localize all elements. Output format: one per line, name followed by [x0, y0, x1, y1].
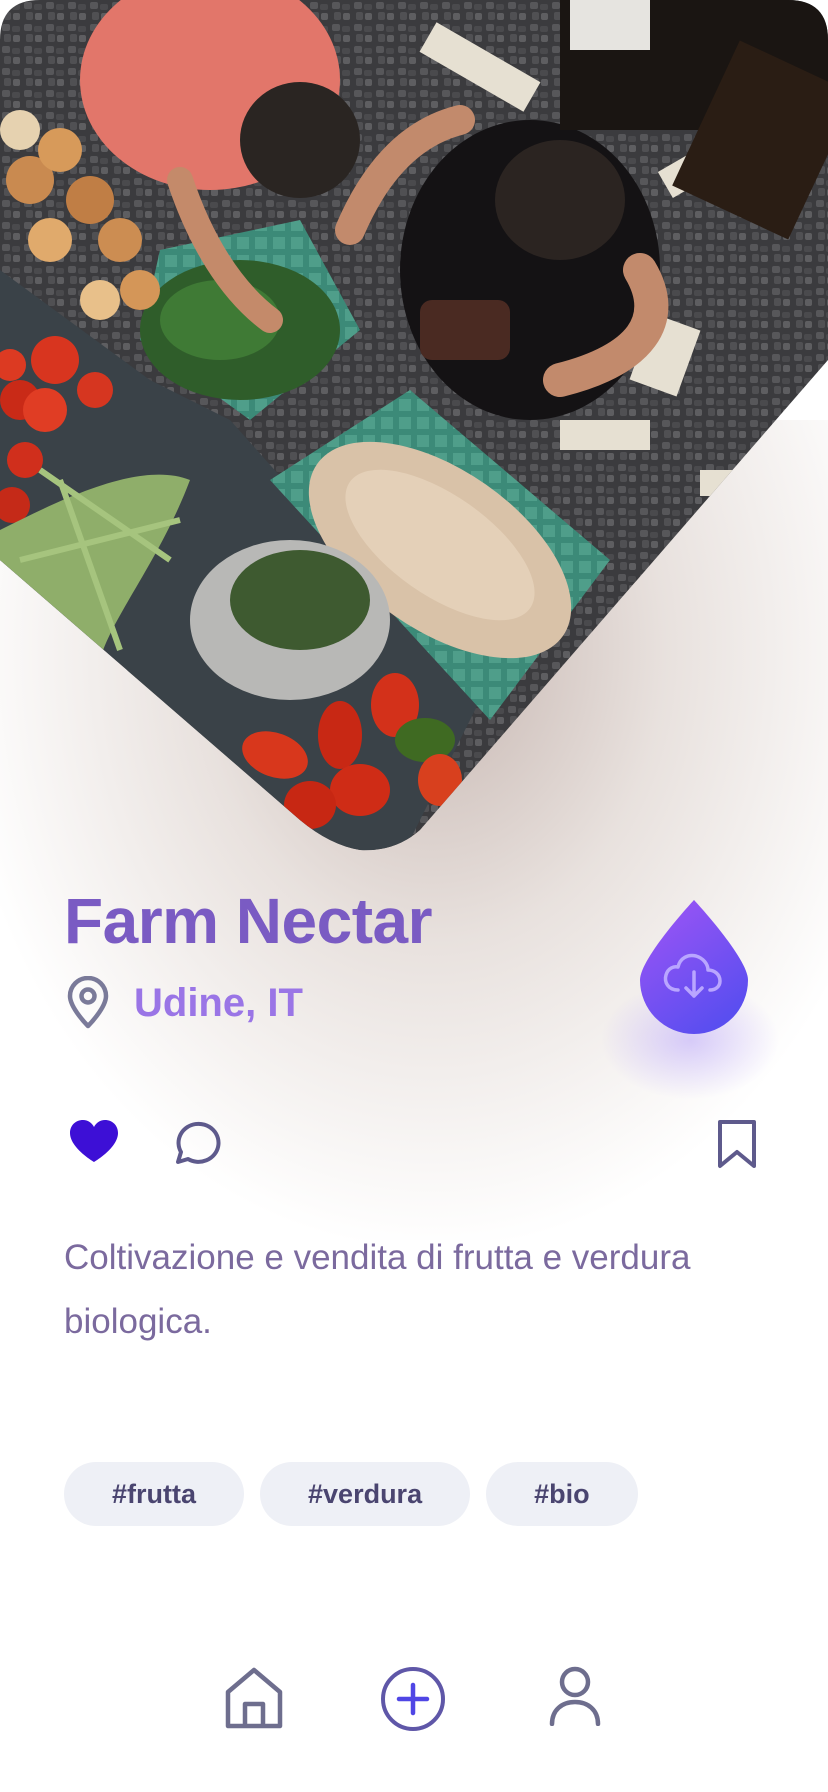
action-bar	[64, 1118, 764, 1174]
tag-list: #frutta #verdura #bio	[64, 1462, 638, 1526]
map-pin-icon	[67, 976, 109, 1029]
bookmark-icon[interactable]	[716, 1118, 758, 1170]
tag-chip[interactable]: #verdura	[260, 1462, 471, 1526]
home-icon[interactable]	[224, 1666, 284, 1732]
plus-circle-icon[interactable]	[380, 1666, 446, 1732]
heart-icon[interactable]	[68, 1118, 120, 1166]
hero-image	[0, 0, 828, 860]
download-button[interactable]	[636, 898, 752, 1034]
description: Coltivazione e vendita di frutta e verdu…	[64, 1238, 691, 1341]
user-icon[interactable]	[548, 1666, 602, 1726]
location-row: Udine, IT	[64, 976, 303, 1030]
tag-chip[interactable]: #frutta	[64, 1462, 245, 1526]
bottom-nav	[0, 1666, 828, 1746]
comment-icon[interactable]	[172, 1118, 222, 1168]
location-label: Udine, IT	[134, 980, 303, 1025]
tag-chip[interactable]: #bio	[486, 1462, 638, 1526]
page-title: Farm Nectar	[64, 885, 433, 957]
